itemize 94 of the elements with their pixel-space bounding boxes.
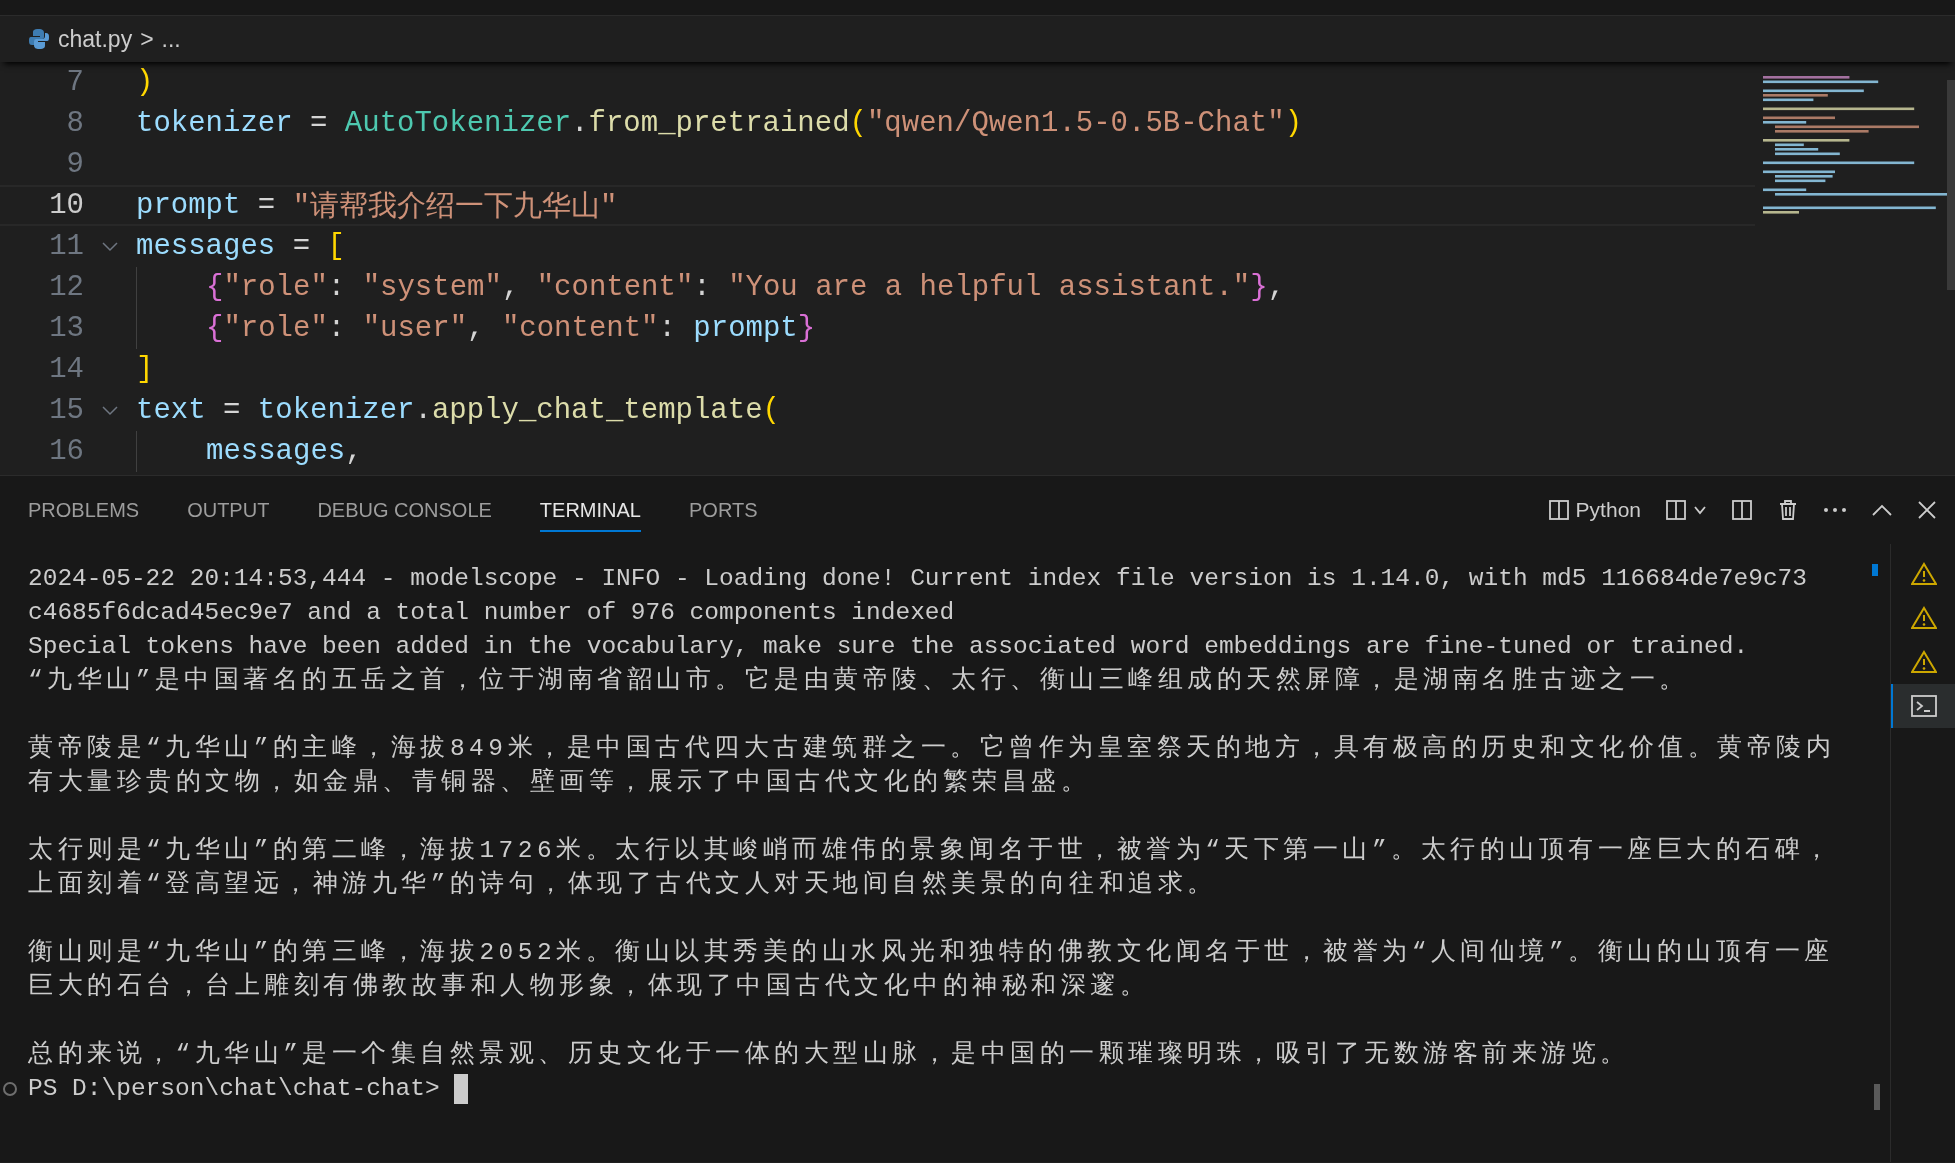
code-token: prompt bbox=[136, 189, 241, 222]
code-token: = bbox=[256, 189, 277, 222]
fold-chevron-icon[interactable] bbox=[102, 405, 118, 416]
code-token: ] bbox=[136, 353, 154, 386]
code-token: = bbox=[291, 230, 312, 263]
prompt-status-icon bbox=[3, 1082, 17, 1096]
code-token: "content" bbox=[536, 271, 694, 304]
terminal-output-line: 太行则是“九华山”的第二峰，海拔1726米。太行以其峻峭而雄伟的景象闻名于世，被誉为“天下第一山”。太行的山顶有一座巨大的石碑， bbox=[28, 835, 1835, 866]
scrollbar-thumb[interactable] bbox=[1947, 80, 1955, 290]
line-number: 14 bbox=[48, 353, 84, 386]
code-token: messages bbox=[136, 230, 276, 263]
panel-tab[interactable]: DEBUG CONSOLE bbox=[317, 488, 492, 532]
scroll-marker bbox=[1872, 564, 1878, 576]
fold-chevron-icon[interactable] bbox=[102, 241, 118, 252]
warning-icon bbox=[1911, 650, 1937, 674]
code-token: : bbox=[693, 271, 712, 304]
more-icon[interactable] bbox=[1823, 506, 1847, 514]
warning-icon bbox=[1911, 562, 1937, 586]
trash-icon[interactable] bbox=[1777, 499, 1799, 521]
code-token: , bbox=[1267, 271, 1286, 304]
code-token: "请帮我介绍一下九华山" bbox=[292, 189, 618, 226]
terminal-output-line: Special tokens have been added in the vocabulary, make sure the associated word embeddings are fine-tuned or trained. bbox=[28, 632, 1750, 662]
split-icon[interactable] bbox=[1731, 499, 1753, 521]
terminal-instance-tab[interactable] bbox=[1891, 684, 1955, 728]
terminal-prompt: PS D:\person\chat\chat-chat> bbox=[28, 1074, 440, 1104]
breadcrumb-separator: > bbox=[140, 25, 154, 53]
terminal-output-line: “九华山”是中国著名的五岳之首，位于湖南省韶山市。它是由黄帝陵、太行、衡山三峰组成的天然屏障，是湖南名胜古迹之一。 bbox=[28, 665, 1690, 696]
code-token: "qwen/Qwen1.5-0.5B-Chat" bbox=[866, 107, 1285, 140]
terminal-output-line: 衡山则是“九华山”的第三峰，海拔2052米。衡山以其秀美的山水风光和独特的佛教文化闻名于世，被誉为“人间仙境”。衡山的山顶有一座 bbox=[28, 937, 1835, 968]
code-token: from_pretrained bbox=[588, 107, 850, 140]
line-number: 11 bbox=[48, 230, 84, 263]
code-token: ( bbox=[849, 107, 867, 140]
code-token: = bbox=[309, 107, 329, 140]
terminal-icon bbox=[1911, 694, 1937, 718]
code-token: tokenizer bbox=[257, 394, 415, 427]
terminal-output-line: 上面刻着“登高望远，神游九华”的诗句，体现了古代文人对天地间自然美景的向往和追求。 bbox=[28, 869, 1218, 900]
panel-tab[interactable]: PORTS bbox=[689, 488, 758, 532]
code-token: . bbox=[571, 107, 589, 140]
code-token: "content" bbox=[501, 312, 659, 345]
code-token: "user" bbox=[362, 312, 468, 345]
line-number: 16 bbox=[48, 435, 84, 468]
code-token: apply_chat_template bbox=[431, 394, 763, 427]
code-token: tokenizer bbox=[136, 107, 293, 140]
terminal-output-line: 巨大的石台，台上雕刻有佛教故事和人物形象，体现了中国古代文化中的神秘和深邃。 bbox=[28, 971, 1150, 1002]
line-number: 15 bbox=[48, 394, 84, 427]
chevron-up-icon[interactable] bbox=[1871, 503, 1893, 517]
terminal-output-line: c4685f6dcad45ec9e7 and a total number of 976 components indexed bbox=[28, 598, 956, 628]
terminal-output-line: 总的来说，“九华山”是一个集自然景观、历史文化于一体的大型山脉，是中国的一颗璀璨明珠，吸引了无数游客前来游览。 bbox=[28, 1039, 1631, 1070]
text-cursor bbox=[453, 1074, 468, 1104]
terminal-output-line: 黄帝陵是“九华山”的主峰，海拔849米，是中国古代四大古建筑群之一。它曾作为皇室祭天的地方，具有极高的历史和文化价值。黄帝陵内 bbox=[28, 733, 1836, 764]
code-token: } bbox=[1250, 271, 1268, 304]
code-token: ) bbox=[136, 66, 154, 99]
code-token: { bbox=[206, 312, 224, 345]
breadcrumb-item[interactable]: ... bbox=[161, 25, 181, 53]
panel-tab[interactable]: OUTPUT bbox=[187, 488, 270, 532]
code-token: , bbox=[467, 312, 486, 345]
warning-icon bbox=[1911, 606, 1937, 630]
code-token: ( bbox=[762, 394, 780, 427]
code-token: = bbox=[222, 394, 242, 427]
code-token: : bbox=[327, 271, 347, 304]
code-token: { bbox=[206, 271, 224, 304]
line-number: 13 bbox=[48, 312, 84, 345]
code-token: text bbox=[136, 394, 206, 427]
code-token: messages bbox=[206, 435, 346, 468]
code-token: [ bbox=[327, 230, 345, 263]
code-token: ) bbox=[1284, 107, 1303, 140]
code-token: "You are a helpful assistant." bbox=[728, 271, 1251, 304]
code-token: prompt bbox=[693, 312, 798, 345]
line-number: 9 bbox=[65, 148, 84, 181]
code-token: "role" bbox=[223, 312, 328, 345]
line-number: 7 bbox=[65, 66, 84, 99]
line-number: 8 bbox=[65, 107, 84, 140]
terminal-output-line: 2024-05-22 20:14:53,444 - modelscope - INFO - Loading done! Current index file version is 1.14.0, with md5 116684de7e9c73 bbox=[28, 564, 1808, 594]
scrollbar-thumb[interactable] bbox=[1874, 1084, 1880, 1110]
code-token: } bbox=[797, 312, 816, 345]
layout-icon[interactable] bbox=[1665, 499, 1687, 521]
panel-tab[interactable]: TERMINAL bbox=[539, 488, 641, 532]
code-token: "system" bbox=[362, 271, 502, 304]
python-file-icon bbox=[28, 28, 50, 50]
code-token: , bbox=[345, 435, 363, 468]
code-token: : bbox=[327, 312, 347, 345]
code-token: , bbox=[501, 271, 521, 304]
panel-tab[interactable]: PROBLEMS bbox=[28, 488, 140, 532]
code-token: AutoTokenizer bbox=[344, 107, 572, 140]
code-token: . bbox=[414, 394, 432, 427]
panel-layout-icon bbox=[1547, 499, 1570, 521]
breadcrumb-file[interactable]: chat.py bbox=[58, 25, 133, 53]
terminal-profile-button[interactable]: Python bbox=[1543, 494, 1645, 526]
line-number: 12 bbox=[48, 271, 84, 304]
terminal-output-line: 有大量珍贵的文物，如金鼎、青铜器、壁画等，展示了中国古代文化的繁荣昌盛。 bbox=[28, 767, 1091, 798]
code-token: : bbox=[658, 312, 677, 345]
code-token: "role" bbox=[223, 271, 328, 304]
close-icon[interactable] bbox=[1917, 500, 1937, 520]
line-number: 10 bbox=[48, 189, 84, 222]
